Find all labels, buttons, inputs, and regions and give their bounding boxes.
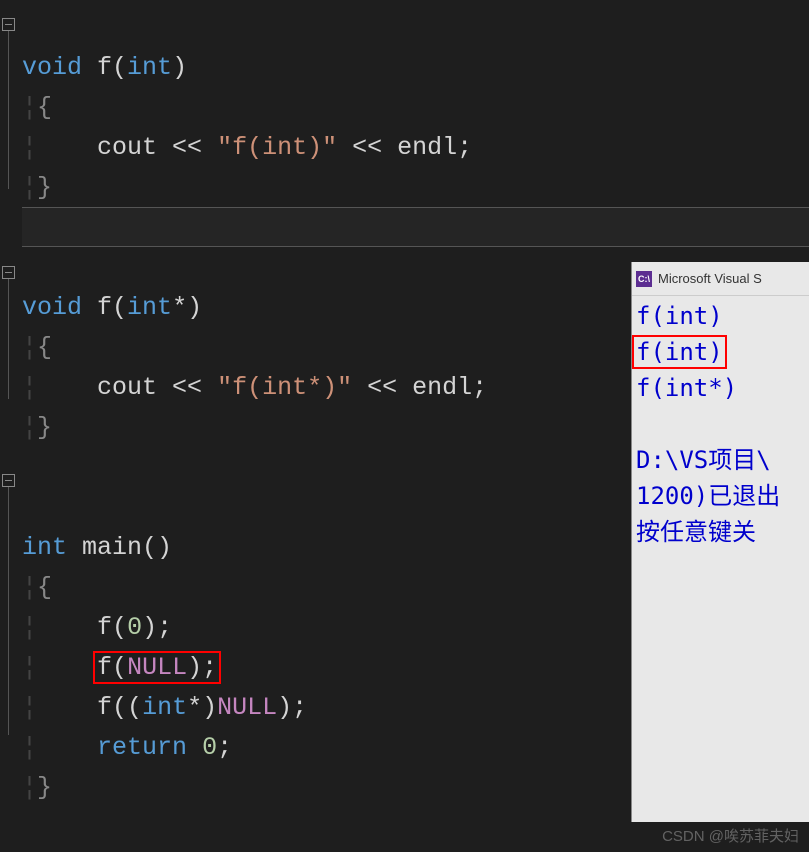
highlighted-output: f(int)	[632, 335, 727, 369]
fold-box-icon[interactable]	[2, 18, 15, 31]
console-window: C:\ Microsoft Visual S f(int) f(int) f(i…	[631, 262, 809, 822]
highlighted-code: f(NULL);	[93, 651, 221, 684]
editor-gutter	[0, 0, 18, 852]
fold-box-icon[interactable]	[2, 266, 15, 279]
vs-console-icon: C:\	[636, 271, 652, 287]
fold-box-icon[interactable]	[2, 474, 15, 487]
keyword-void: void	[22, 53, 82, 82]
console-output: f(int) f(int) f(int*) D:\VS项目\ 1200)已退出 …	[632, 296, 809, 552]
watermark: CSDN @唉苏菲夫妇	[662, 825, 799, 846]
console-title: Microsoft Visual S	[658, 261, 762, 297]
console-titlebar[interactable]: C:\ Microsoft Visual S	[632, 262, 809, 296]
